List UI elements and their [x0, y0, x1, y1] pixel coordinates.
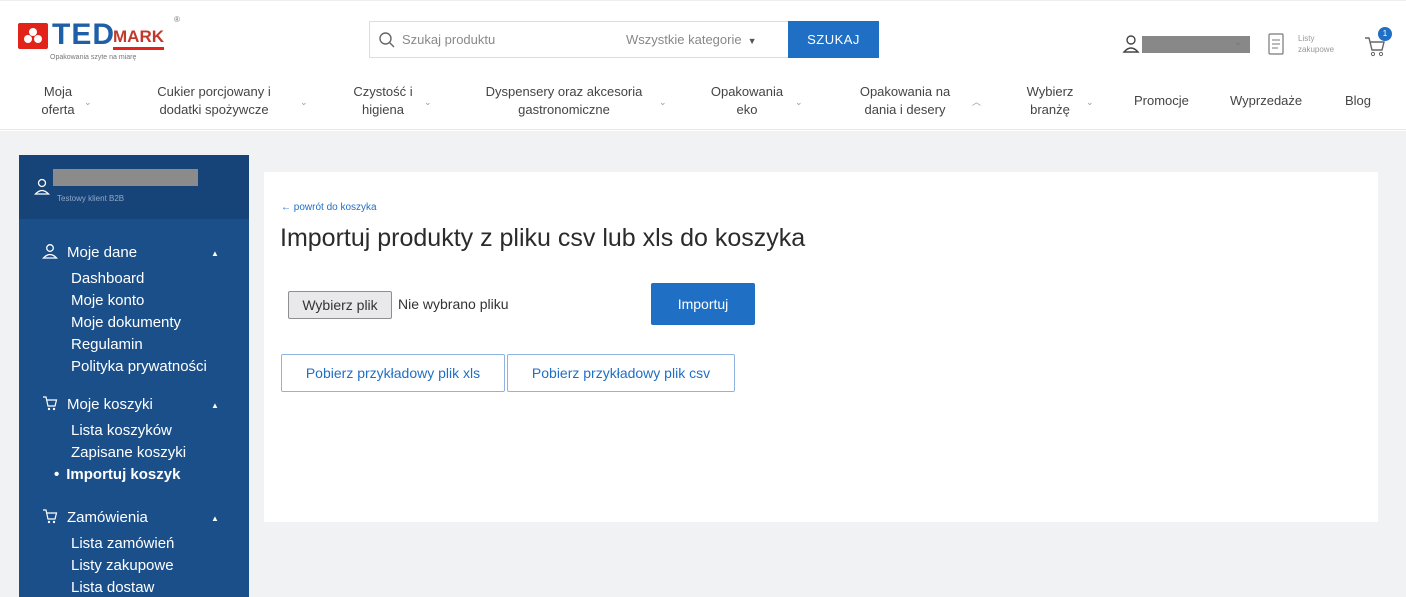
download-xls-button[interactable]: Pobierz przykładowy plik xls	[281, 354, 505, 392]
nav-item-label: Promocje	[1134, 93, 1189, 108]
account-role: Testowy klient B2B	[57, 194, 125, 203]
nav-item-opakowania-eko[interactable]: Opakowania eko ⌄	[705, 83, 803, 119]
logo-emblem-icon	[18, 23, 48, 49]
redacted-username	[53, 169, 198, 186]
header: TED MARK ® Opakowania szyte na miarę Wsz…	[0, 0, 1406, 73]
caret-down-icon: ▼	[747, 36, 757, 46]
search-icon[interactable]	[378, 31, 396, 49]
nav-item-promocje[interactable]: Promocje	[1134, 92, 1189, 110]
sidebar-link-polityka[interactable]: Polityka prywatności	[71, 357, 207, 377]
nav-item-opakowania-dania[interactable]: Opakowania na dania i desery ︿	[852, 83, 981, 119]
nav-item-label: Opakowania eko	[710, 84, 784, 117]
user-icon	[1122, 35, 1140, 53]
chevron-up-icon: ︿	[972, 97, 982, 107]
nav-item-label: Opakowania na dania i desery	[859, 84, 951, 117]
sidebar-link-lista-dostaw[interactable]: Lista dostaw	[71, 578, 154, 597]
caret-up-icon[interactable]: ▲	[211, 249, 219, 258]
nav-item-blog[interactable]: Blog	[1345, 92, 1371, 110]
chevron-down-icon: ⌄	[795, 97, 803, 107]
sidebar-section-title[interactable]: Zamówienia	[41, 508, 148, 528]
nav-item-label: Dyspensery oraz akcesoria gastronomiczne	[485, 84, 643, 117]
sidebar-link-moje-dokumenty[interactable]: Moje dokumenty	[71, 313, 181, 333]
cart-button[interactable]: 1	[1364, 27, 1394, 59]
page-title: Importuj produkty z pliku csv lub xls do…	[280, 224, 806, 252]
sidebar-link-importuj-koszyk[interactable]: Importuj koszyk	[54, 465, 180, 485]
file-status-text: Nie wybrano pliku	[398, 296, 509, 312]
nav-item-czystosc[interactable]: Czystość i higiena ⌄	[350, 83, 431, 119]
back-to-cart-link[interactable]: ← powrót do koszyka	[281, 202, 377, 213]
nav-item-wyprzedaze[interactable]: Wyprzedaże	[1230, 92, 1302, 110]
main-nav: Moja oferta ⌄ Cukier porcjowany i dodatki…	[0, 73, 1406, 130]
sidebar-section-label: Zamówienia	[67, 509, 148, 526]
sidebar-link-zapisane-koszyki[interactable]: Zapisane koszyki	[71, 443, 186, 463]
nav-item-dyspensery[interactable]: Dyspensery oraz akcesoria gastronomiczne…	[475, 83, 667, 119]
import-button[interactable]: Importuj	[651, 283, 755, 325]
chevron-down-icon: ⌄	[84, 97, 92, 107]
sidebar-section-title[interactable]: Moje dane	[41, 243, 137, 263]
search-input[interactable]	[402, 22, 622, 57]
logo-ted-text: TED	[52, 18, 115, 51]
nav-item-moja-oferta[interactable]: Moja oferta ⌄	[37, 83, 91, 119]
caret-up-icon[interactable]: ▲	[211, 401, 219, 410]
download-csv-button[interactable]: Pobierz przykładowy plik csv	[507, 354, 735, 392]
nav-item-label: Wyprzedaże	[1230, 93, 1303, 108]
sidebar-link-moje-konto[interactable]: Moje konto	[71, 291, 144, 311]
tedmark-logo[interactable]: TED MARK ® Opakowania szyte na miarę	[18, 15, 186, 65]
chevron-down-icon: ⌄	[424, 97, 432, 107]
import-card: ← powrót do koszyka Importuj produkty z …	[264, 172, 1378, 522]
sidebar-section-title[interactable]: Moje koszyki	[41, 395, 153, 415]
nav-item-wybierz-branze[interactable]: Wybierz branżę ⌄	[1022, 83, 1094, 119]
sidebar-link-regulamin[interactable]: Regulamin	[71, 335, 143, 355]
cart-icon	[43, 509, 58, 524]
category-select[interactable]: Wszystkie kategorie ▼	[622, 22, 788, 57]
chevron-down-icon: ⌄	[1234, 37, 1243, 48]
shopping-lists-link[interactable]: Listy zakupowe	[1268, 31, 1350, 61]
nav-item-label: Moja oferta	[41, 84, 75, 117]
logo-tagline: Opakowania szyte na miarę	[50, 54, 137, 61]
chevron-down-icon: ⌄	[659, 97, 667, 107]
nav-item-label: Cukier porcjowany i dodatki spożywcze	[157, 84, 271, 117]
sidebar-link-dashboard[interactable]: Dashboard	[71, 269, 144, 289]
account-sidebar: Testowy klient B2B Moje dane ▲ Dashboard…	[19, 155, 249, 597]
choose-file-button[interactable]: Wybierz plik	[288, 291, 392, 319]
logo-registered: ®	[174, 15, 180, 24]
sidebar-user-header: Testowy klient B2B	[19, 155, 249, 219]
chevron-down-icon: ⌄	[1086, 97, 1094, 107]
chevron-down-icon: ⌄	[300, 97, 308, 107]
sidebar-section-label: Moje dane	[67, 244, 138, 261]
nav-item-label: Czystość i higiena	[353, 84, 413, 117]
sidebar-section-label: Moje koszyki	[67, 396, 153, 413]
nav-item-label: Wybierz branżę	[1026, 84, 1074, 117]
nav-item-cukier[interactable]: Cukier porcjowany i dodatki spożywcze ⌄	[147, 83, 307, 119]
logo-mark-text: MARK	[113, 27, 164, 50]
sidebar-link-listy-zakupowe[interactable]: Listy zakupowe	[71, 556, 174, 576]
nav-item-label: Blog	[1345, 93, 1372, 108]
sidebar-link-lista-koszykow[interactable]: Lista koszyków	[71, 421, 172, 441]
cart-icon	[43, 396, 58, 411]
sidebar-link-lista-zamowien[interactable]: Lista zamówień	[71, 534, 174, 554]
user-icon	[34, 178, 50, 195]
search-button[interactable]: SZUKAJ	[788, 21, 879, 58]
search-bar: Wszystkie kategorie ▼ SZUKAJ	[369, 21, 879, 58]
cart-count-badge: 1	[1378, 27, 1392, 41]
list-document-icon	[1268, 33, 1284, 55]
shopping-lists-label: Listy zakupowe	[1298, 34, 1335, 54]
user-icon	[42, 244, 58, 259]
caret-up-icon[interactable]: ▲	[211, 514, 219, 523]
category-select-label: Wszystkie kategorie	[626, 32, 742, 47]
